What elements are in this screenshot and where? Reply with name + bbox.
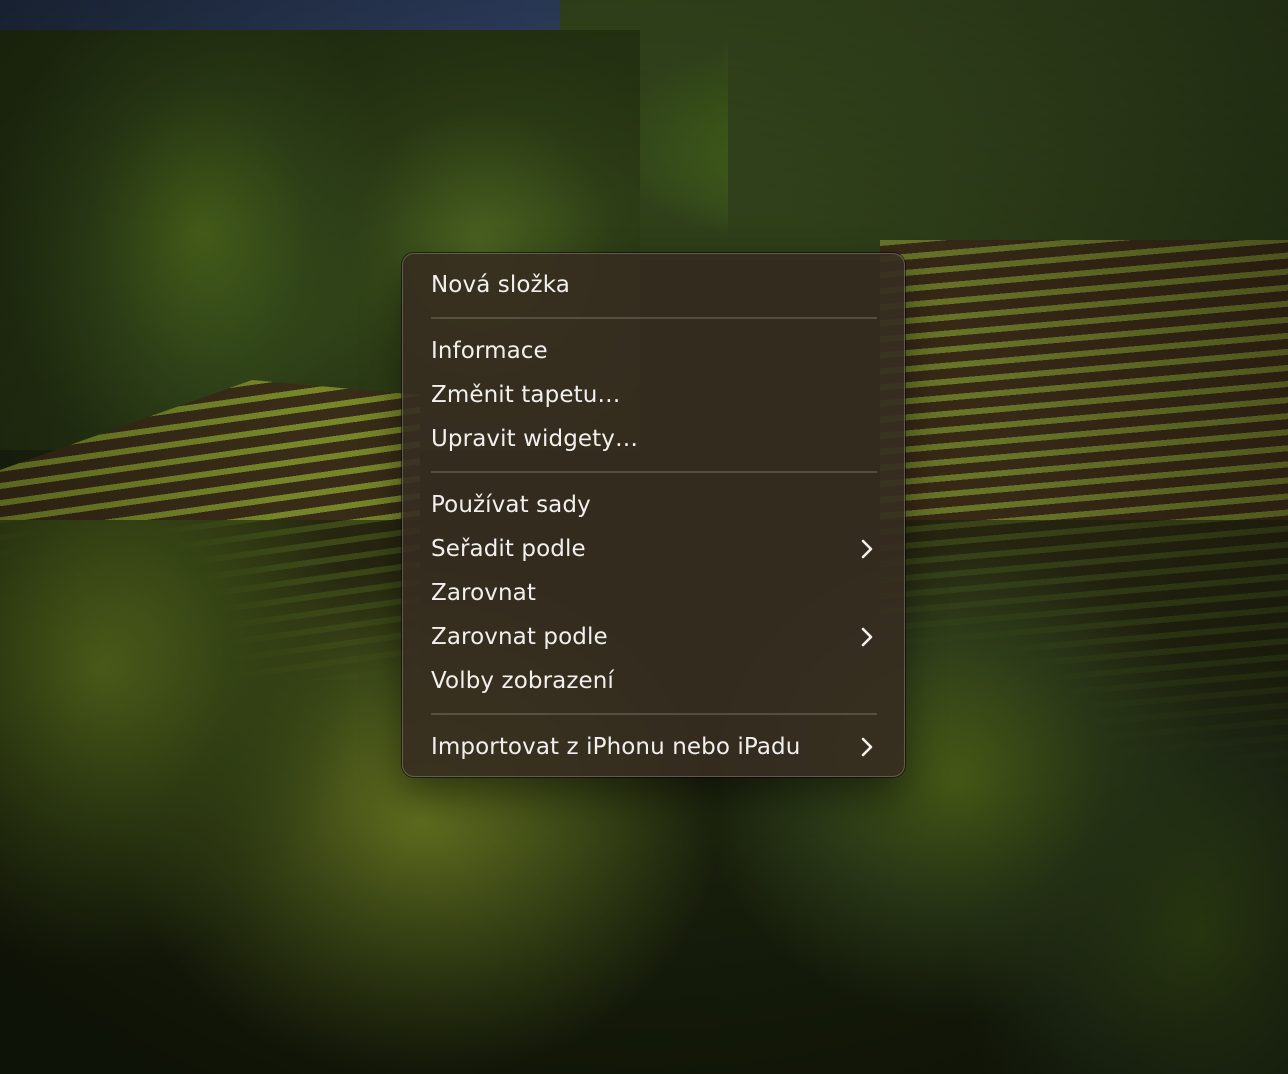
menu-item-label: Informace (431, 338, 548, 364)
menu-item-view-options[interactable]: Volby zobrazení (403, 659, 904, 703)
chevron-right-icon (860, 538, 874, 560)
chevron-right-icon (860, 736, 874, 758)
menu-item-label: Používat sady (431, 492, 591, 518)
menu-item-label: Zarovnat (431, 580, 536, 606)
menu-item-change-wallpaper[interactable]: Změnit tapetu… (403, 373, 904, 417)
menu-separator (403, 307, 904, 329)
menu-item-import-from-iphone[interactable]: Importovat z iPhonu nebo iPadu (403, 725, 904, 769)
menu-item-clean-up[interactable]: Zarovnat (403, 571, 904, 615)
menu-item-new-folder[interactable]: Nová složka (403, 263, 904, 307)
menu-item-label: Volby zobrazení (431, 668, 614, 694)
menu-item-sort-by[interactable]: Seřadit podle (403, 527, 904, 571)
menu-item-label: Zarovnat podle (431, 624, 608, 650)
menu-separator (403, 461, 904, 483)
menu-item-label: Nová složka (431, 272, 570, 298)
menu-item-clean-up-by[interactable]: Zarovnat podle (403, 615, 904, 659)
menu-item-get-info[interactable]: Informace (403, 329, 904, 373)
desktop-context-menu: Nová složka Informace Změnit tapetu… Upr… (402, 253, 905, 777)
menu-item-edit-widgets[interactable]: Upravit widgety… (403, 417, 904, 461)
menu-item-label: Seřadit podle (431, 536, 586, 562)
menu-item-label: Upravit widgety… (431, 426, 639, 452)
menu-separator (403, 703, 904, 725)
menu-item-label: Importovat z iPhonu nebo iPadu (431, 734, 801, 760)
menu-item-label: Změnit tapetu… (431, 382, 621, 408)
chevron-right-icon (860, 626, 874, 648)
menu-item-use-stacks[interactable]: Používat sady (403, 483, 904, 527)
